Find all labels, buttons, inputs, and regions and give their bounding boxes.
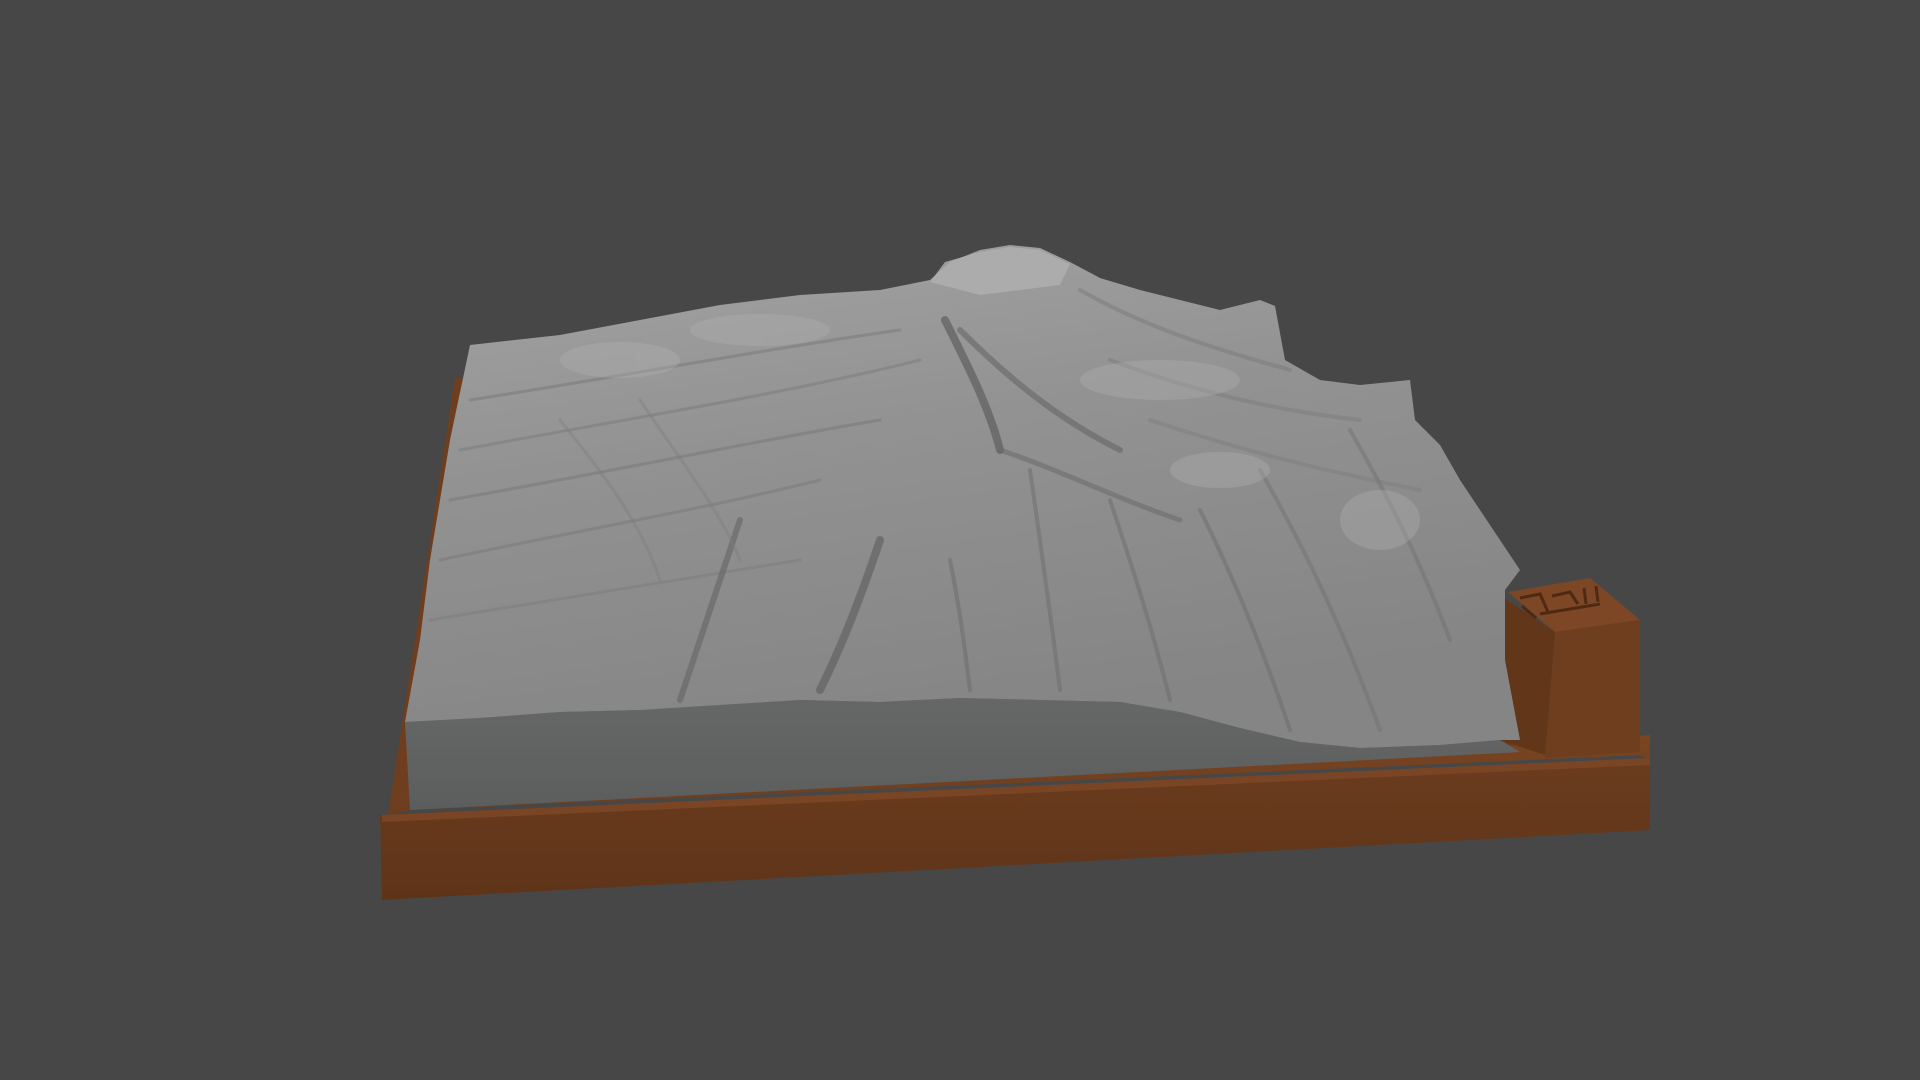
scene-canvas xyxy=(380,245,1650,900)
label-block-front xyxy=(1545,620,1640,758)
3d-viewport[interactable] xyxy=(0,0,1920,1080)
terrain-surface xyxy=(405,245,1520,748)
